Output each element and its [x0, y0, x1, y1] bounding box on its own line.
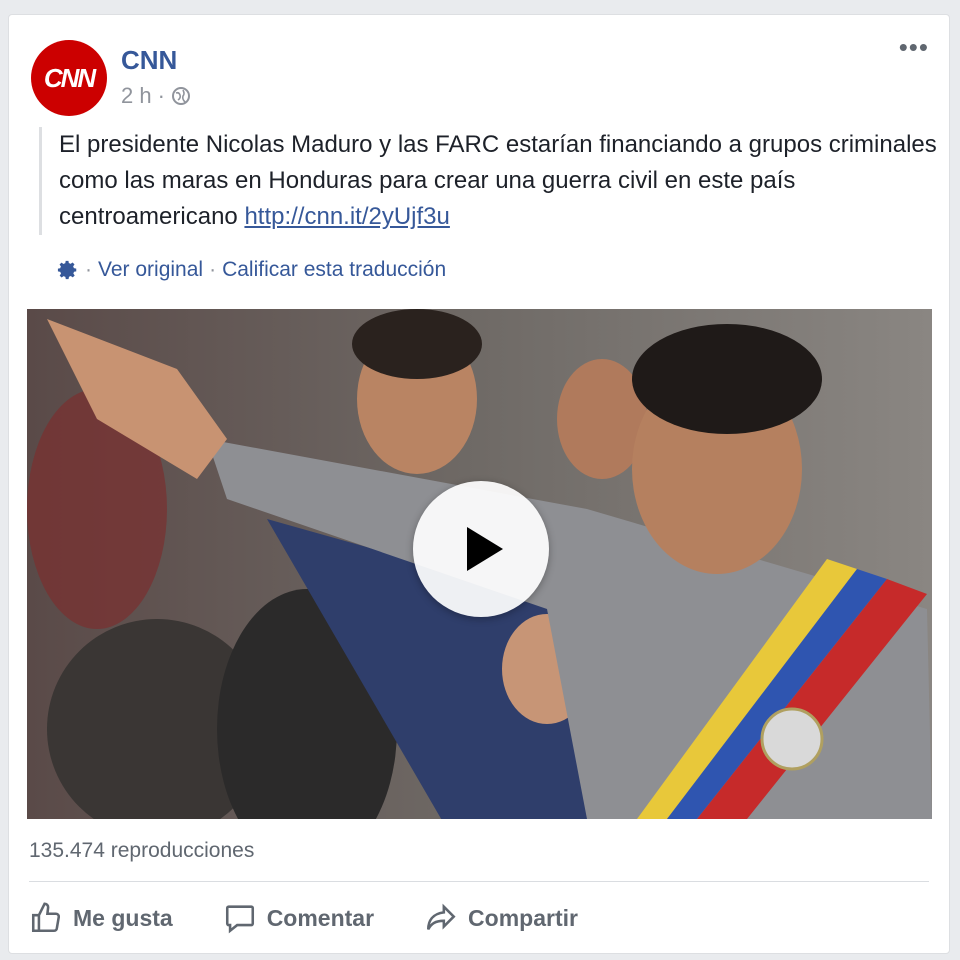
- play-button[interactable]: [413, 481, 549, 617]
- post-meta: 2 h ·: [121, 83, 191, 109]
- view-count[interactable]: 135.474 reproducciones: [29, 839, 254, 863]
- like-button[interactable]: Me gusta: [29, 901, 173, 935]
- translation-bar: · Ver original · Calificar esta traducci…: [57, 258, 446, 282]
- comment-icon: [225, 905, 254, 934]
- post-body: El presidente Nicolas Maduro y las FARC …: [59, 131, 937, 230]
- post-link[interactable]: http://cnn.it/2yUjf3u: [244, 203, 449, 230]
- action-bar: Me gusta Comentar Compartir: [29, 901, 578, 935]
- globe-icon: [171, 87, 190, 105]
- cnn-logo: CNN: [43, 62, 96, 93]
- share-icon: [427, 903, 456, 930]
- translation-separator: ·: [209, 258, 217, 281]
- post-card: CNN CNN 2 h · ••• El presidente Nicolas …: [8, 14, 950, 954]
- share-button[interactable]: Compartir: [424, 901, 578, 935]
- translation-separator: ·: [85, 258, 92, 281]
- post-text: El presidente Nicolas Maduro y las FARC …: [39, 127, 939, 235]
- gear-icon[interactable]: [57, 259, 79, 281]
- play-icon: [467, 527, 503, 571]
- timestamp[interactable]: 2 h: [121, 83, 152, 109]
- like-label: Me gusta: [73, 904, 173, 931]
- more-options-icon[interactable]: •••: [899, 34, 929, 60]
- video-player[interactable]: [27, 309, 932, 819]
- thumbs-up-icon: [31, 902, 61, 933]
- page-name[interactable]: CNN: [121, 45, 177, 76]
- divider: [29, 881, 929, 882]
- comment-button[interactable]: Comentar: [223, 901, 374, 935]
- comment-label: Comentar: [266, 904, 375, 931]
- share-label: Compartir: [468, 904, 578, 931]
- view-original-link[interactable]: Ver original: [98, 258, 203, 282]
- avatar[interactable]: CNN: [31, 40, 107, 116]
- meta-separator: ·: [157, 83, 165, 108]
- rate-translation-link[interactable]: Calificar esta traducción: [222, 258, 446, 282]
